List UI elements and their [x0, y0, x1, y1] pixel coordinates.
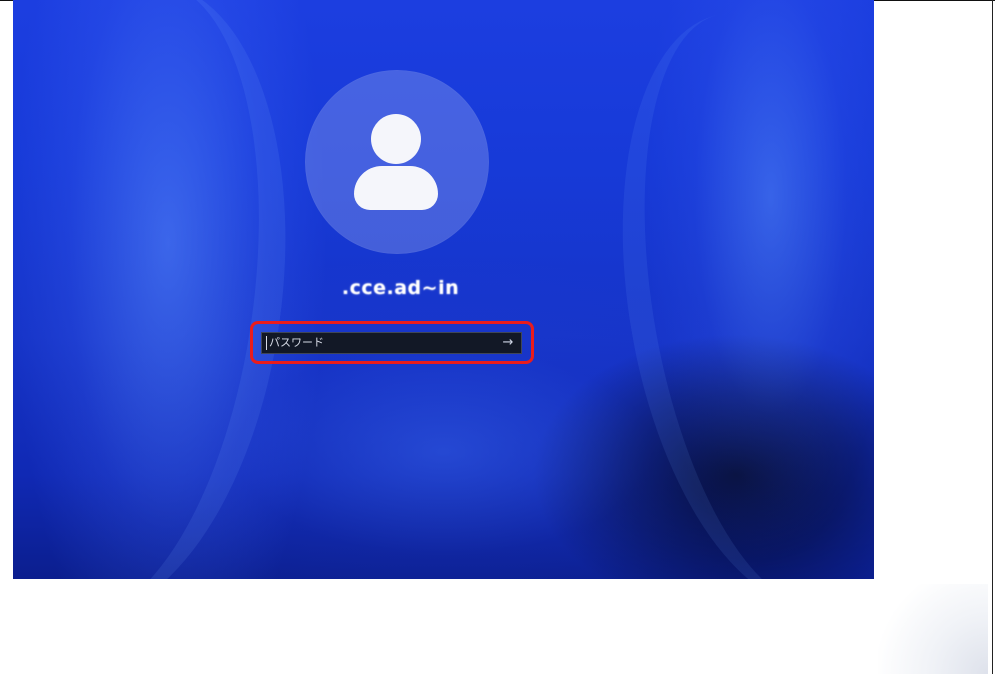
lock-screen-photo: .cce.ad~in → — [13, 0, 874, 579]
right-border — [992, 0, 993, 674]
corner-shadow — [878, 584, 988, 674]
password-input[interactable] — [269, 334, 489, 352]
avatar-body-icon — [354, 166, 438, 210]
avatar-head-icon — [371, 114, 421, 164]
password-field[interactable]: → — [261, 332, 522, 354]
text-caret — [266, 336, 267, 350]
page: .cce.ad~in → — [0, 0, 995, 674]
username-label: .cce.ad~in — [341, 277, 460, 299]
user-avatar — [305, 70, 489, 254]
password-highlight: → — [250, 321, 534, 364]
submit-arrow-icon[interactable]: → — [500, 334, 516, 352]
